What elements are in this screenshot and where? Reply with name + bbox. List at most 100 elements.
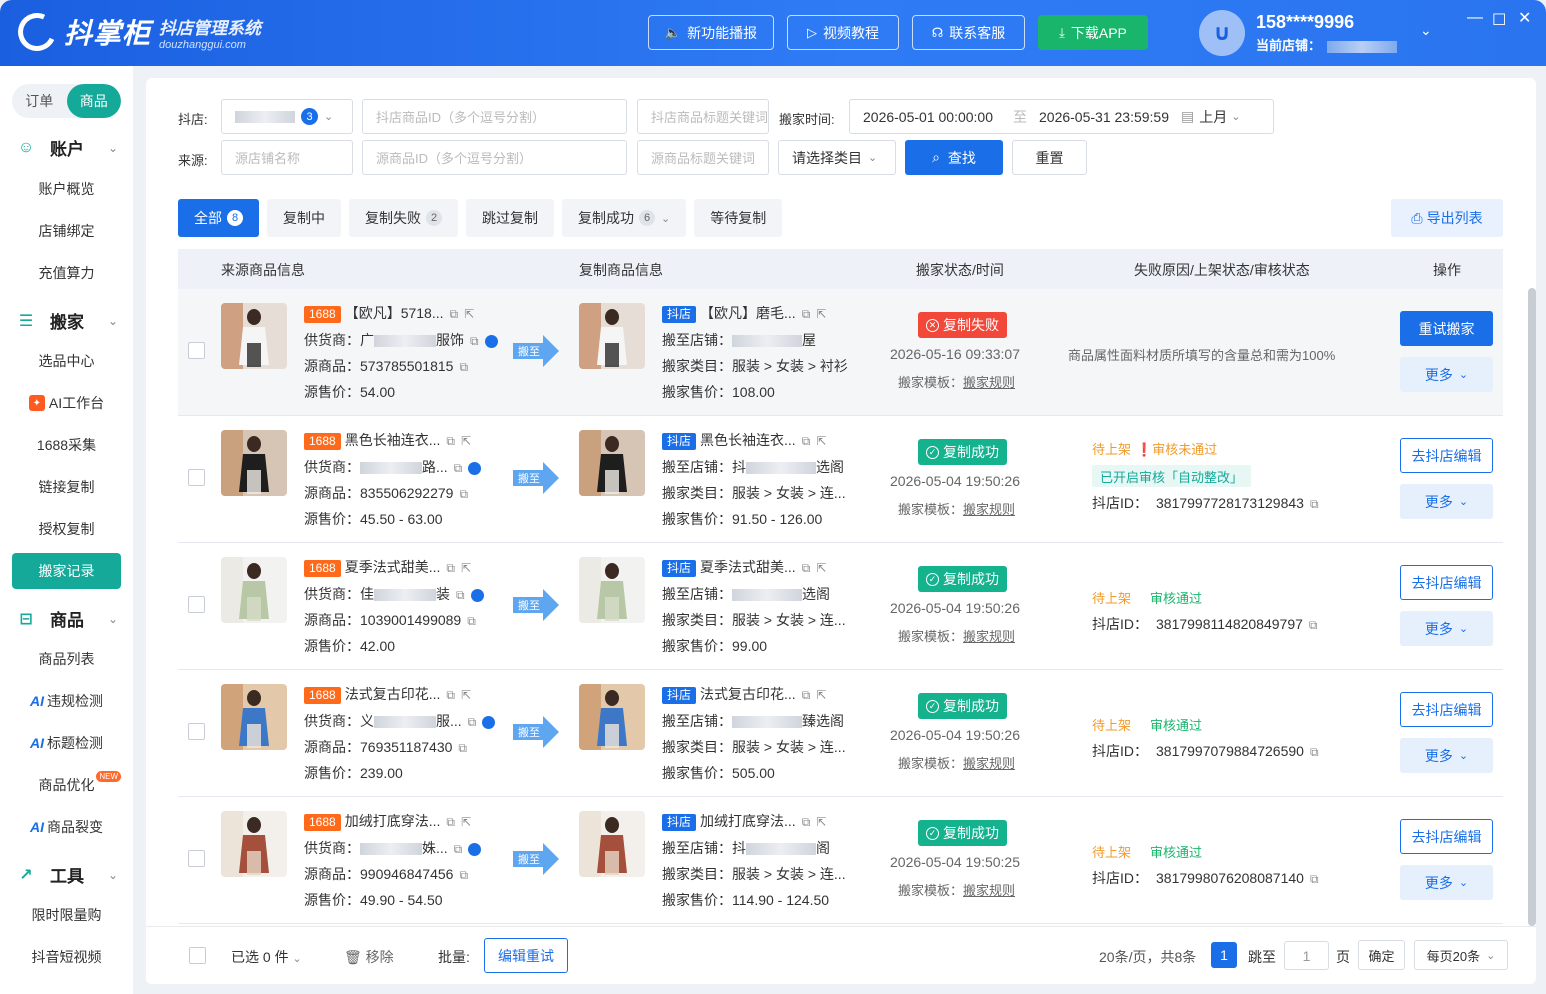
dest-product-image[interactable] — [579, 430, 645, 496]
source-product-image[interactable] — [221, 303, 287, 369]
dest-product-image[interactable] — [579, 303, 645, 369]
source-title-link[interactable]: 法式复古印花... — [345, 686, 441, 702]
copy-icon[interactable]: ⧉ — [802, 561, 811, 576]
search-button[interactable]: ⌕ 查找 — [905, 140, 1003, 175]
shop-product-id-input[interactable]: 抖店商品ID（多个逗号分割） — [362, 99, 627, 134]
sidebar-item-auth-copy[interactable]: 授权复制 — [12, 511, 121, 547]
source-product-id-input[interactable]: 源商品ID（多个逗号分割） — [362, 140, 627, 175]
minimize-icon[interactable]: — — [1467, 9, 1483, 27]
dest-title-link[interactable]: 加绒打底穿法... — [700, 813, 796, 829]
copy-icon[interactable]: ⧉ — [802, 815, 811, 830]
shop-title-input[interactable]: 抖店商品标题关键词 — [637, 99, 769, 134]
template-link[interactable]: 搬家规则 — [963, 502, 1015, 517]
shop-select[interactable]: 3 ⌄ — [221, 99, 353, 134]
sidebar-item-violation-check[interactable]: AI 违规检测 — [12, 683, 121, 719]
source-title-link[interactable]: 【欧凡】5718... — [345, 305, 444, 321]
avatar[interactable]: ∪ — [1199, 10, 1245, 56]
retry-migrate-button[interactable]: 重试搬家 — [1400, 311, 1493, 346]
page-jump-input[interactable]: 1 — [1284, 941, 1329, 970]
edit-in-shop-button[interactable]: 去抖店编辑 — [1400, 692, 1493, 727]
external-link-icon[interactable]: ⇱ — [816, 561, 826, 575]
feature-news-button[interactable]: 🔈 新功能播报 — [648, 15, 774, 50]
external-link-icon[interactable]: ⇱ — [816, 307, 826, 321]
download-app-button[interactable]: ⤓ 下载APP — [1038, 15, 1148, 50]
logo[interactable]: 抖掌柜 抖店管理系统 douzhanggui.com — [12, 7, 261, 57]
copy-icon[interactable]: ⧉ — [459, 360, 468, 375]
dest-product-image[interactable] — [579, 811, 645, 877]
row-checkbox[interactable] — [188, 342, 205, 359]
external-link-icon[interactable]: ⇱ — [464, 307, 474, 321]
source-title-link[interactable]: 夏季法式甜美... — [345, 559, 441, 575]
source-product-image[interactable] — [221, 557, 287, 623]
sidebar-item-store-binding[interactable]: 店铺绑定 — [12, 213, 121, 249]
contact-service-button[interactable]: ☊ 联系客服 — [912, 15, 1025, 50]
external-link-icon[interactable]: ⇱ — [461, 688, 471, 702]
external-link-icon[interactable]: ⇱ — [461, 815, 471, 829]
template-link[interactable]: 搬家规则 — [963, 375, 1015, 390]
reset-button[interactable]: 重置 — [1012, 140, 1087, 175]
external-link-icon[interactable]: ⇱ — [816, 434, 826, 448]
copy-icon[interactable]: ⧉ — [802, 688, 811, 703]
source-title-link[interactable]: 黑色长袖连衣... — [345, 432, 441, 448]
chat-icon[interactable] — [470, 588, 484, 602]
row-checkbox[interactable] — [188, 596, 205, 613]
template-link[interactable]: 搬家规则 — [963, 756, 1015, 771]
maximize-icon[interactable]: ☐ — [1492, 10, 1506, 30]
copy-icon[interactable]: ⧉ — [458, 741, 467, 756]
group-account[interactable]: ☺ 账户 ⌄ — [16, 135, 118, 160]
sidebar-item-link-copy[interactable]: 链接复制 — [12, 469, 121, 505]
external-link-icon[interactable]: ⇱ — [461, 434, 471, 448]
copy-icon[interactable]: ⧉ — [1310, 497, 1319, 512]
tab-copying[interactable]: 复制中 — [267, 199, 341, 237]
external-link-icon[interactable]: ⇱ — [816, 815, 826, 829]
edit-retry-button[interactable]: 编辑重试 — [484, 938, 568, 973]
source-shop-input[interactable]: 源店铺名称 — [221, 140, 353, 175]
sidebar-item-1688-collect[interactable]: 1688采集 — [12, 427, 121, 463]
copy-icon[interactable]: ⧉ — [802, 307, 811, 322]
seg-orders[interactable]: 订单 — [12, 84, 67, 118]
export-button[interactable]: ⎙ 导出列表 — [1391, 199, 1503, 237]
copy-icon[interactable]: ⧉ — [468, 715, 477, 730]
template-link[interactable]: 搬家规则 — [963, 883, 1015, 898]
external-link-icon[interactable]: ⇱ — [816, 688, 826, 702]
source-title-input[interactable]: 源商品标题关键词 — [637, 140, 769, 175]
sidebar-item-product-list[interactable]: 商品列表 — [12, 641, 121, 677]
dest-title-link[interactable]: 夏季法式甜美... — [700, 559, 796, 575]
page-1-button[interactable]: 1 — [1211, 942, 1237, 968]
sidebar-item-account-overview[interactable]: 账户概览 — [12, 171, 121, 207]
scrollbar[interactable] — [1528, 288, 1536, 926]
dest-product-image[interactable] — [579, 557, 645, 623]
chat-icon[interactable] — [468, 842, 482, 856]
copy-icon[interactable]: ⧉ — [446, 815, 455, 830]
sidebar-item-title-check[interactable]: AI 标题检测 — [12, 725, 121, 761]
tab-copy-failed[interactable]: 复制失败 2 — [349, 199, 458, 237]
source-product-image[interactable] — [221, 684, 287, 750]
external-link-icon[interactable]: ⇱ — [461, 561, 471, 575]
copy-icon[interactable]: ⧉ — [454, 842, 463, 857]
copy-icon[interactable]: ⧉ — [802, 434, 811, 449]
sidebar-item-migrate-records[interactable]: 搬家记录 — [12, 553, 121, 589]
tab-copy-success[interactable]: 复制成功 6 ⌄ — [562, 199, 687, 237]
chat-icon[interactable] — [484, 334, 498, 348]
dest-title-link[interactable]: 【欧凡】磨毛... — [700, 305, 796, 321]
edit-in-shop-button[interactable]: 去抖店编辑 — [1400, 819, 1493, 854]
copy-icon[interactable]: ⧉ — [470, 334, 479, 349]
video-tutorial-button[interactable]: ▷ 视频教程 — [787, 15, 899, 50]
sidebar-item-product-optimize[interactable]: 商品优化 NEW — [12, 767, 121, 803]
sidebar-item-product-fission[interactable]: AI 商品裂变 — [12, 809, 121, 845]
seg-products[interactable]: 商品 — [66, 84, 121, 118]
group-tools[interactable]: ↗ 工具 ⌄ — [16, 862, 118, 887]
current-store[interactable]: 当前店铺： — [1256, 35, 1398, 54]
remove-button[interactable]: 🗑 移除 — [344, 947, 394, 967]
more-button[interactable]: 更多 ⌄ — [1400, 357, 1493, 392]
chat-icon[interactable] — [468, 461, 482, 475]
source-title-link[interactable]: 加绒打底穿法... — [345, 813, 441, 829]
row-checkbox[interactable] — [188, 469, 205, 486]
sidebar-item-selection-center[interactable]: 选品中心 — [12, 343, 121, 379]
copy-icon[interactable]: ⧉ — [459, 487, 468, 502]
source-product-image[interactable] — [221, 430, 287, 496]
source-product-image[interactable] — [221, 811, 287, 877]
edit-in-shop-button[interactable]: 去抖店编辑 — [1400, 438, 1493, 473]
row-checkbox[interactable] — [188, 850, 205, 867]
selected-count[interactable]: 已选 0 件 ⌄ — [231, 947, 302, 967]
